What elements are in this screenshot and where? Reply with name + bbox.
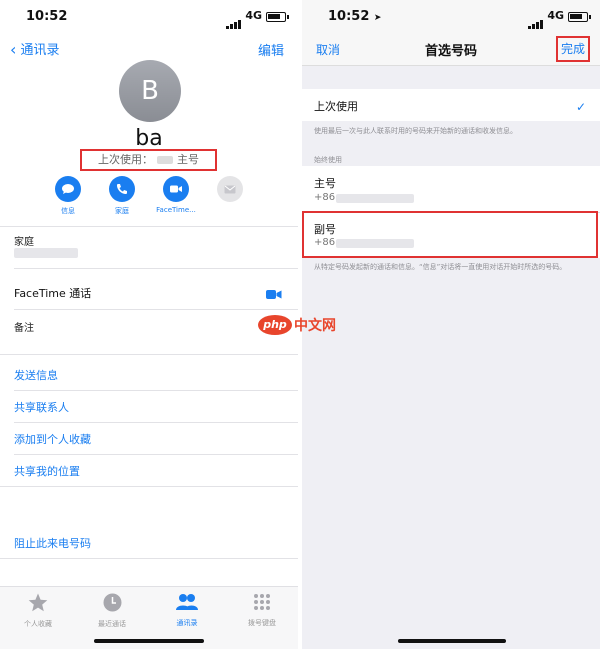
- facetime-camera-icon[interactable]: [266, 285, 282, 304]
- divider: [14, 422, 298, 423]
- message-icon: [55, 176, 81, 202]
- message-action[interactable]: 信息: [48, 176, 88, 216]
- home-indicator[interactable]: [94, 639, 204, 643]
- tab-label: 拨号键盘: [248, 619, 276, 627]
- number-label: 主号: [314, 177, 336, 190]
- divider: [0, 558, 298, 559]
- mail-icon: [217, 176, 243, 202]
- divider: [0, 486, 298, 487]
- action-label: [210, 206, 250, 214]
- last-used-footer: 使用最后一次与此人联系时用的号码来开始新的通话和收发信息。: [314, 127, 517, 135]
- signal-icon: [528, 10, 544, 29]
- watermark-logo: php 中文网: [258, 314, 336, 336]
- contact-detail-screen: 10:52 4G ‹ 通讯录 编辑 B ba 上次使用： 主号 信息 家庭 Fa…: [0, 0, 298, 649]
- contacts-icon: [176, 594, 198, 610]
- tab-recents[interactable]: 最近通话: [82, 593, 142, 629]
- status-time: 10:52 ➤: [328, 9, 381, 24]
- checkmark-icon: ✓: [575, 100, 586, 114]
- home-indicator[interactable]: [398, 639, 506, 643]
- battery-icon: [266, 12, 289, 22]
- status-time-text: 10:52: [328, 9, 370, 24]
- call-action[interactable]: 家庭: [102, 176, 142, 216]
- tab-favorites[interactable]: 个人收藏: [8, 593, 68, 629]
- chevron-left-icon: ‹: [10, 40, 17, 59]
- video-icon: [163, 176, 189, 202]
- signal-icon: [226, 10, 242, 29]
- notes-label[interactable]: 备注: [14, 319, 34, 334]
- clock-icon: [103, 593, 121, 612]
- last-used-option-label: 上次使用: [314, 100, 358, 113]
- redacted-phone: [336, 194, 414, 203]
- watermark-php: php: [258, 314, 292, 335]
- tab-contacts[interactable]: 通讯录: [157, 593, 217, 628]
- back-label: 通讯录: [20, 43, 60, 58]
- network-label: 4G: [547, 9, 564, 22]
- selection-highlight: [302, 211, 598, 258]
- divider: [14, 454, 298, 455]
- back-button[interactable]: ‹ 通讯录: [10, 39, 60, 59]
- share-location-link[interactable]: 共享我的位置: [14, 463, 80, 479]
- action-label: FaceTime...: [156, 206, 196, 214]
- tab-bar: 个人收藏 最近通话 通讯录 拨号键盘: [0, 586, 298, 649]
- divider: [14, 390, 298, 391]
- block-caller-link[interactable]: 阻止此来电号码: [14, 535, 91, 551]
- facetime-action[interactable]: FaceTime...: [156, 176, 196, 214]
- status-bar: 10:52 ➤ 4G: [302, 0, 600, 34]
- tab-label: 通讯录: [176, 619, 198, 627]
- mail-action[interactable]: [210, 176, 250, 214]
- last-used-value: 主号: [177, 153, 199, 166]
- divider: [0, 226, 298, 227]
- redacted-badge: [157, 156, 173, 164]
- send-message-link[interactable]: 发送信息: [14, 367, 58, 383]
- number-option-primary[interactable]: 主号 +86: [302, 166, 600, 212]
- tab-label: 最近通话: [98, 620, 126, 628]
- watermark-text: 中文网: [294, 317, 336, 334]
- action-label: 信息: [61, 207, 75, 215]
- star-icon: [28, 593, 48, 612]
- home-field-label: 家庭: [14, 237, 34, 248]
- keypad-icon: [254, 594, 270, 610]
- divider: [14, 268, 298, 269]
- tab-keypad[interactable]: 拨号键盘: [232, 593, 292, 628]
- avatar: B: [119, 60, 181, 122]
- location-arrow-icon: ➤: [373, 13, 382, 23]
- preferred-number-screen: 10:52 ➤ 4G 取消 首选号码 完成 上次使用 ✓ 使用最后一次与此人联系…: [302, 0, 600, 649]
- last-used-indicator: 上次使用： 主号: [80, 149, 217, 171]
- status-bar: 10:52 4G: [0, 0, 298, 34]
- network-label: 4G: [245, 9, 262, 22]
- divider: [14, 309, 298, 310]
- divider: [0, 354, 298, 355]
- battery-icon: [568, 12, 591, 22]
- contact-name: ba: [135, 126, 163, 151]
- always-use-header: 始终使用: [314, 156, 342, 164]
- preferred-number-footer: 从特定号码发起新的通话和信息。“信息”对话将一直使用对话开始时所选的号码。: [314, 263, 567, 271]
- phone-icon: [109, 176, 135, 202]
- add-favorite-link[interactable]: 添加到个人收藏: [14, 431, 91, 447]
- edit-button[interactable]: 编辑: [258, 40, 284, 59]
- action-label: 家庭: [115, 207, 129, 215]
- done-button[interactable]: 完成: [556, 36, 590, 62]
- last-used-prefix: 上次使用：: [98, 153, 153, 166]
- tab-label: 个人收藏: [24, 620, 52, 628]
- number-prefix: +86: [314, 192, 336, 203]
- share-contact-link[interactable]: 共享联系人: [14, 399, 69, 415]
- status-time: 10:52: [26, 9, 68, 24]
- redacted-phone: [14, 248, 78, 258]
- facetime-row-label[interactable]: FaceTime 通话: [14, 285, 91, 301]
